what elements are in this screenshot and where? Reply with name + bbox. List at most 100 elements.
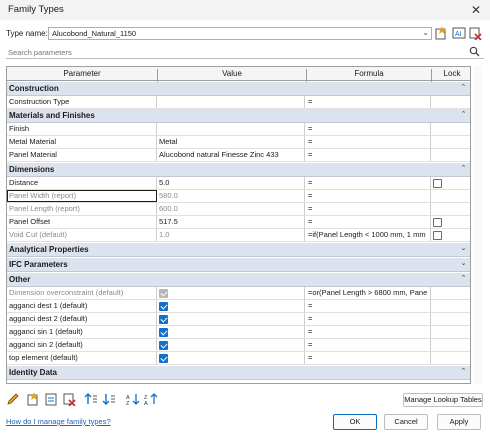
parameter-formula[interactable]: = (306, 339, 431, 351)
window-title: Family Types (8, 4, 64, 15)
type-name-value: Alucobond_Natural_1150 (52, 29, 137, 38)
rename-type-icon[interactable] (44, 392, 58, 406)
svg-text:A: A (144, 401, 148, 406)
parameter-formula[interactable]: = (306, 216, 431, 228)
apply-button[interactable]: Apply (437, 414, 481, 430)
parameter-value[interactable]: Metal (157, 136, 305, 148)
parameter-value[interactable]: Alucobond natural Finesse Zinc 433 (157, 149, 305, 161)
parameter-name: Panel Width (report) (7, 190, 157, 202)
parameter-formula[interactable]: = (306, 149, 431, 161)
pencil-icon[interactable] (6, 392, 20, 406)
type-name-dropdown[interactable]: Alucobond_Natural_1150 ⌄ (48, 27, 432, 40)
parameter-formula[interactable]: = (306, 136, 431, 148)
rename-type-icon[interactable]: AI (452, 26, 466, 40)
new-type-icon[interactable] (26, 392, 40, 406)
table-row[interactable]: Panel Length (report) 600.0 = (7, 203, 470, 216)
column-header-formula[interactable]: Formula (307, 69, 431, 78)
table-row[interactable]: Panel Width (report) 580.0 = (7, 190, 470, 203)
parameter-formula[interactable]: = (306, 190, 431, 202)
parameter-value[interactable] (157, 313, 305, 325)
collapse-icon[interactable]: ⌃ (459, 110, 468, 119)
group-ifc-parameters[interactable]: IFC Parameters ⌄ (7, 258, 470, 272)
parameter-value: 1.0 (157, 229, 305, 241)
parameter-formula[interactable]: = (306, 203, 431, 215)
parameter-value[interactable]: 517.5 (157, 216, 305, 228)
value-checkbox[interactable] (159, 341, 168, 350)
lock-checkbox[interactable] (433, 231, 442, 240)
new-type-icon[interactable] (434, 26, 448, 40)
parameter-name: Finish (7, 123, 157, 135)
group-identity-data[interactable]: Identity Data ⌃ (7, 366, 470, 380)
delete-type-icon[interactable] (62, 392, 76, 406)
value-checkbox[interactable] (159, 302, 168, 311)
new-parameter-icon[interactable] (84, 392, 98, 406)
group-other[interactable]: Other ⌃ (7, 273, 470, 287)
vertical-scrollbar[interactable] (473, 66, 483, 384)
help-link[interactable]: How do I manage family types? (6, 417, 111, 426)
parameter-value: 600.0 (157, 203, 305, 215)
delete-type-icon[interactable] (468, 26, 482, 40)
column-header-lock[interactable]: Lock (432, 69, 470, 78)
parameter-value[interactable]: 5.0 (157, 177, 305, 189)
svg-text:AI: AI (455, 31, 462, 38)
lock-cell (431, 229, 470, 241)
collapse-icon[interactable]: ⌃ (459, 367, 468, 376)
sort-descending-icon[interactable]: Z A (144, 392, 158, 406)
expand-icon[interactable]: ⌄ (459, 244, 468, 253)
parameter-formula[interactable]: = (306, 123, 431, 135)
table-row[interactable]: agganci dest 1 (default) = (7, 300, 470, 313)
parameter-formula[interactable]: =if(Panel Length < 1000 mm, 1 mm (306, 229, 431, 241)
parameter-formula[interactable]: = (306, 96, 431, 108)
parameter-formula[interactable]: = (306, 177, 431, 189)
parameter-name: agganci dest 2 (default) (7, 313, 157, 325)
modify-parameter-icon[interactable] (102, 392, 116, 406)
table-row[interactable]: agganci sin 1 (default) = (7, 326, 470, 339)
parameter-formula[interactable]: = (306, 352, 431, 364)
sort-ascending-icon[interactable]: A Z (126, 392, 140, 406)
collapse-icon[interactable]: ⌃ (459, 164, 468, 173)
lock-checkbox[interactable] (433, 179, 442, 188)
parameter-name: Panel Offset (7, 216, 157, 228)
parameter-formula[interactable]: = (306, 326, 431, 338)
table-row[interactable]: Metal Material Metal = (7, 136, 470, 149)
search-icon[interactable] (469, 46, 480, 57)
collapse-icon[interactable]: ⌃ (459, 274, 468, 283)
value-checkbox[interactable] (159, 354, 168, 363)
search-input[interactable] (8, 46, 458, 58)
parameter-formula[interactable]: = (306, 300, 431, 312)
table-row[interactable]: Panel Material Alucobond natural Finesse… (7, 149, 470, 162)
column-header-value[interactable]: Value (158, 69, 306, 78)
parameter-value[interactable] (157, 123, 305, 135)
table-row[interactable]: Finish = (7, 123, 470, 136)
column-header-parameter[interactable]: Parameter (7, 69, 157, 78)
group-analytical-properties[interactable]: Analytical Properties ⌄ (7, 243, 470, 257)
table-row[interactable]: Void Cut (default) 1.0 =if(Panel Length … (7, 229, 470, 242)
ok-button[interactable]: OK (333, 414, 377, 430)
collapse-icon[interactable]: ⌃ (459, 83, 468, 92)
parameter-value[interactable] (157, 326, 305, 338)
parameter-formula[interactable]: = (306, 313, 431, 325)
parameter-formula[interactable]: =or(Panel Length > 6800 mm, Pane (306, 287, 431, 299)
chevron-down-icon[interactable]: ⌄ (422, 28, 429, 37)
parameter-value[interactable] (157, 339, 305, 351)
table-row[interactable]: top element (default) = (7, 352, 470, 365)
parameter-value[interactable] (157, 300, 305, 312)
cancel-button[interactable]: Cancel (384, 414, 428, 430)
group-construction[interactable]: Construction ⌃ (7, 82, 470, 96)
group-dimensions[interactable]: Dimensions ⌃ (7, 163, 470, 177)
parameter-value[interactable] (157, 96, 305, 108)
table-row[interactable]: Construction Type = (7, 96, 470, 109)
expand-icon[interactable]: ⌄ (459, 259, 468, 268)
value-checkbox[interactable] (159, 328, 168, 337)
table-row[interactable]: Dimension overconstraint (default) =or(P… (7, 287, 470, 300)
group-materials-and-finishes[interactable]: Materials and Finishes ⌃ (7, 109, 470, 123)
value-checkbox[interactable] (159, 315, 168, 324)
close-icon[interactable]: ✕ (468, 2, 484, 18)
table-row[interactable]: Panel Offset 517.5 = (7, 216, 470, 229)
lock-checkbox[interactable] (433, 218, 442, 227)
table-row[interactable]: agganci dest 2 (default) = (7, 313, 470, 326)
parameter-value[interactable] (157, 352, 305, 364)
table-row[interactable]: agganci sin 2 (default) = (7, 339, 470, 352)
manage-lookup-tables-button[interactable]: Manage Lookup Tables (403, 393, 483, 407)
table-row[interactable]: Distance 5.0 = (7, 177, 470, 190)
